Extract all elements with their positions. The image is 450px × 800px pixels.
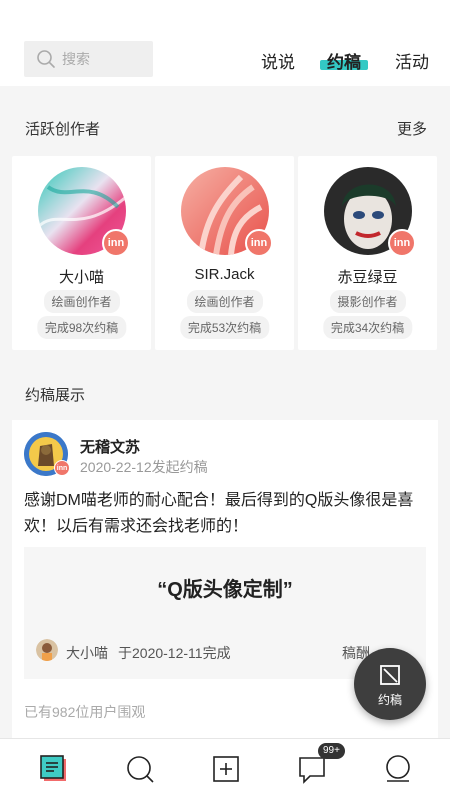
bottom-nav: 99+ <box>0 738 450 800</box>
commission-title: “Q版头像定制” <box>157 579 293 601</box>
artist-avatar <box>36 639 58 661</box>
creator-role: 绘画创作者 <box>43 290 120 313</box>
search-box[interactable]: 搜索 <box>24 41 153 77</box>
message-badge: 99+ <box>318 743 345 759</box>
viewer-count: 已有982位用户围观 <box>24 704 146 720</box>
post-username[interactable]: 无稽文苏 <box>80 436 140 457</box>
creator-name: 赤豆绿豆 <box>337 269 398 286</box>
notes-icon[interactable] <box>38 753 70 785</box>
more-link[interactable]: 更多 <box>397 118 427 139</box>
top-bar: 搜索 说说 约稿 活动 <box>0 0 450 86</box>
edit-icon <box>380 665 400 685</box>
commission-fab[interactable]: 约稿 <box>354 648 426 720</box>
creator-card[interactable]: inn 赤豆绿豆 摄影创作者 完成34次约稿 <box>298 156 437 350</box>
creator-avatar: inn <box>324 167 416 257</box>
creator-card[interactable]: inn SIR.Jack 绘画创作者 完成53次约稿 <box>155 156 294 350</box>
creator-name: 大小喵 <box>58 269 104 286</box>
creator-count: 完成53次约稿 <box>179 316 270 339</box>
post-date: 2020-22-12发起约稿 <box>80 459 208 475</box>
search-icon[interactable] <box>124 753 156 785</box>
fab-label: 约稿 <box>377 693 402 707</box>
tab-commission[interactable]: 约稿 <box>327 48 361 73</box>
section-title-creators: 活跃创作者 <box>25 121 101 138</box>
search-placeholder: 搜索 <box>62 51 90 67</box>
creator-name: SIR.Jack <box>194 266 255 283</box>
creator-avatar: inn <box>38 167 130 257</box>
inn-badge: inn <box>245 229 273 257</box>
artist-name: 大小喵 <box>66 645 108 661</box>
tab-events[interactable]: 活动 <box>395 48 429 73</box>
completed-date: 于2020-12-11完成 <box>118 645 231 661</box>
inn-badge: inn <box>54 460 70 476</box>
creator-role: 绘画创作者 <box>186 290 263 313</box>
creator-card[interactable]: inn 大小喵 绘画创作者 完成98次约稿 <box>12 156 151 350</box>
post-content: 感谢DM喵老师的耐心配合！最后得到的Q版头像很是喜欢！以后有需求还会找老师的！ <box>24 492 414 535</box>
profile-icon[interactable] <box>382 753 414 785</box>
creator-avatar: inn <box>181 167 273 257</box>
creator-count: 完成98次约稿 <box>36 316 127 339</box>
creator-count: 完成34次约稿 <box>322 316 413 339</box>
add-icon[interactable] <box>210 753 242 785</box>
search-icon <box>37 50 55 68</box>
inn-badge: inn <box>102 229 130 257</box>
section-title-showcase: 约稿展示 <box>25 387 86 404</box>
creator-role: 摄影创作者 <box>329 290 406 313</box>
inn-badge: inn <box>388 229 416 257</box>
tab-talk[interactable]: 说说 <box>261 48 295 73</box>
